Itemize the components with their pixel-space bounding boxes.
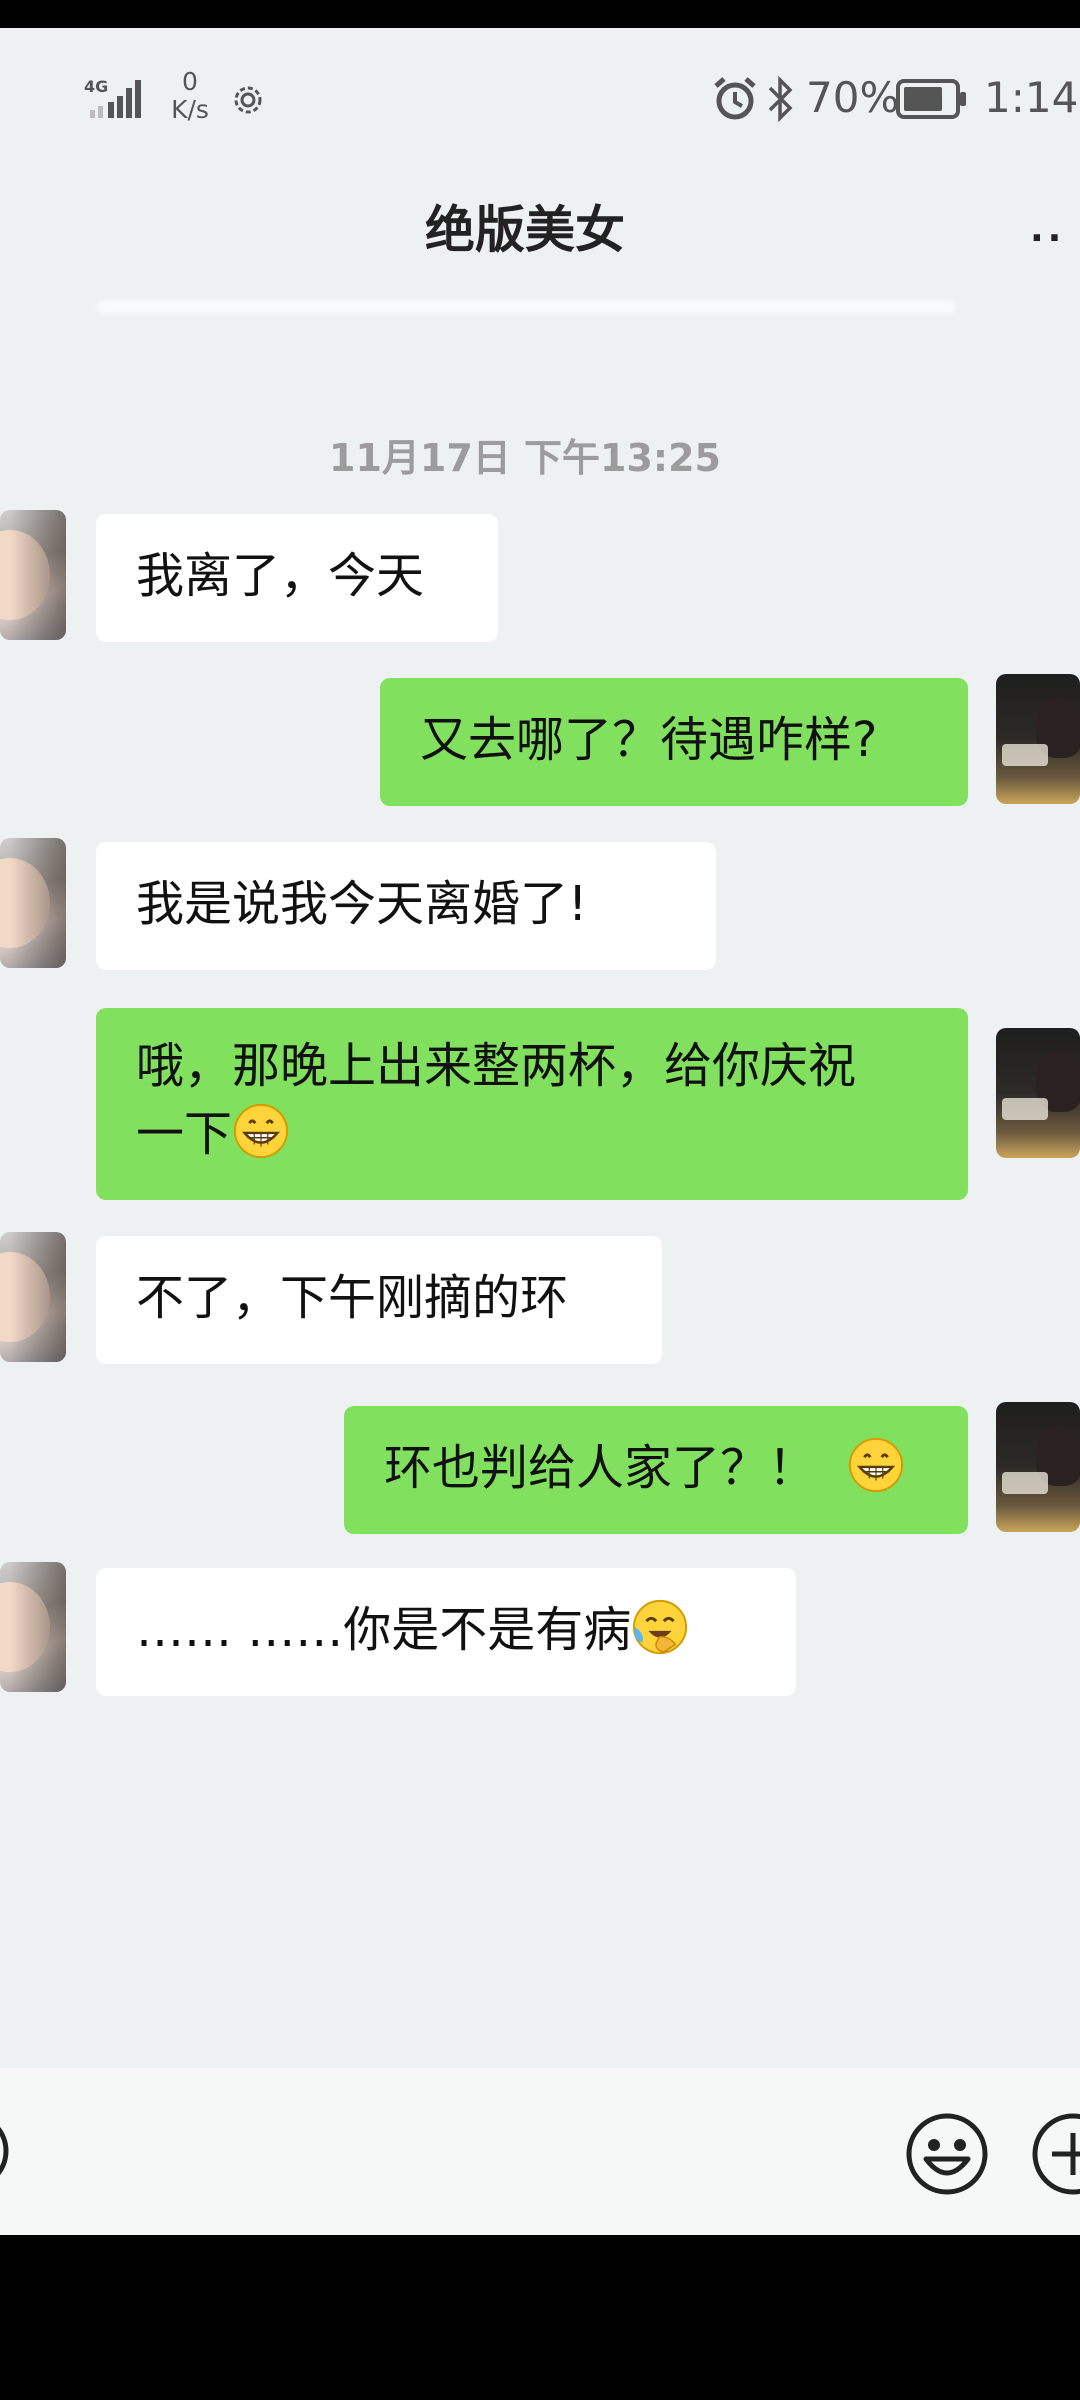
message-text: 我离了，今天 <box>136 548 425 604</box>
net-speed: 0 K/s <box>164 68 216 124</box>
battery-icon <box>896 79 968 119</box>
my-avatar[interactable] <box>996 1402 1080 1532</box>
battery-percent: 70% <box>806 73 900 122</box>
contact-avatar[interactable] <box>0 838 66 968</box>
message-text: …… ……你是不是有病 <box>136 1602 632 1658</box>
contact-avatar[interactable] <box>0 1232 66 1362</box>
outgoing-message-bubble[interactable]: 又去哪了？待遇咋样? <box>380 678 968 806</box>
incoming-message-bubble[interactable]: …… ……你是不是有病 <box>96 1568 796 1696</box>
chat-title: 绝版美女 <box>425 201 625 259</box>
contact-avatar[interactable] <box>0 1562 66 1692</box>
message-text-line: 哦，那晚上出来整两杯，给你庆祝 <box>136 1038 857 1094</box>
message-timestamp: 11月17日 下午13:25 <box>329 436 721 480</box>
bluetooth-icon <box>766 74 796 124</box>
grin-emoji-icon <box>233 1103 289 1159</box>
chat-screen: 4G 0 K/s 70% 1:14 绝版美女 ·· 11月17日 下午13:25… <box>0 28 1080 2235</box>
message-text: 我是说我今天离婚了! <box>136 876 588 932</box>
crying-laughing-emoji-icon <box>633 1599 688 1655</box>
net-speed-unit: K/s <box>171 95 209 124</box>
status-bar: 4G 0 K/s 70% 1:14 <box>0 28 1080 168</box>
message-text: 又去哪了？待遇咋样? <box>420 712 878 768</box>
network-type: 4G <box>84 77 108 96</box>
more-options-button[interactable]: ·· <box>1030 218 1065 259</box>
contact-avatar[interactable] <box>0 510 66 640</box>
net-speed-value: 0 <box>182 67 198 96</box>
signal-icon: 4G <box>84 74 148 124</box>
message-text: 环也判给人家了？！ <box>384 1440 817 1496</box>
voice-icon[interactable] <box>0 2111 20 2191</box>
header-divider <box>96 300 956 314</box>
message-text: 不了，下午刚摘的环 <box>136 1270 569 1326</box>
plus-icon[interactable] <box>1030 2111 1080 2197</box>
outgoing-message-bubble[interactable]: 哦，那晚上出来整两杯，给你庆祝 一下 <box>96 1008 968 1200</box>
emoji-button-icon[interactable] <box>904 2111 990 2197</box>
gear-icon[interactable] <box>228 80 268 120</box>
alarm-icon <box>712 76 758 122</box>
my-avatar[interactable] <box>996 1028 1080 1158</box>
incoming-message-bubble[interactable]: 我离了，今天 <box>96 514 498 642</box>
incoming-message-bubble[interactable]: 不了，下午刚摘的环 <box>96 1236 662 1364</box>
my-avatar[interactable] <box>996 674 1080 804</box>
incoming-message-bubble[interactable]: 我是说我今天离婚了! <box>96 842 716 970</box>
grin-emoji-icon <box>849 1437 904 1493</box>
outgoing-message-bubble[interactable]: 环也判给人家了？！ <box>344 1406 968 1534</box>
message-text-line-2: 一下 <box>136 1100 928 1168</box>
message-text: 一下 <box>136 1106 233 1162</box>
status-time: 1:14 <box>984 73 1079 122</box>
